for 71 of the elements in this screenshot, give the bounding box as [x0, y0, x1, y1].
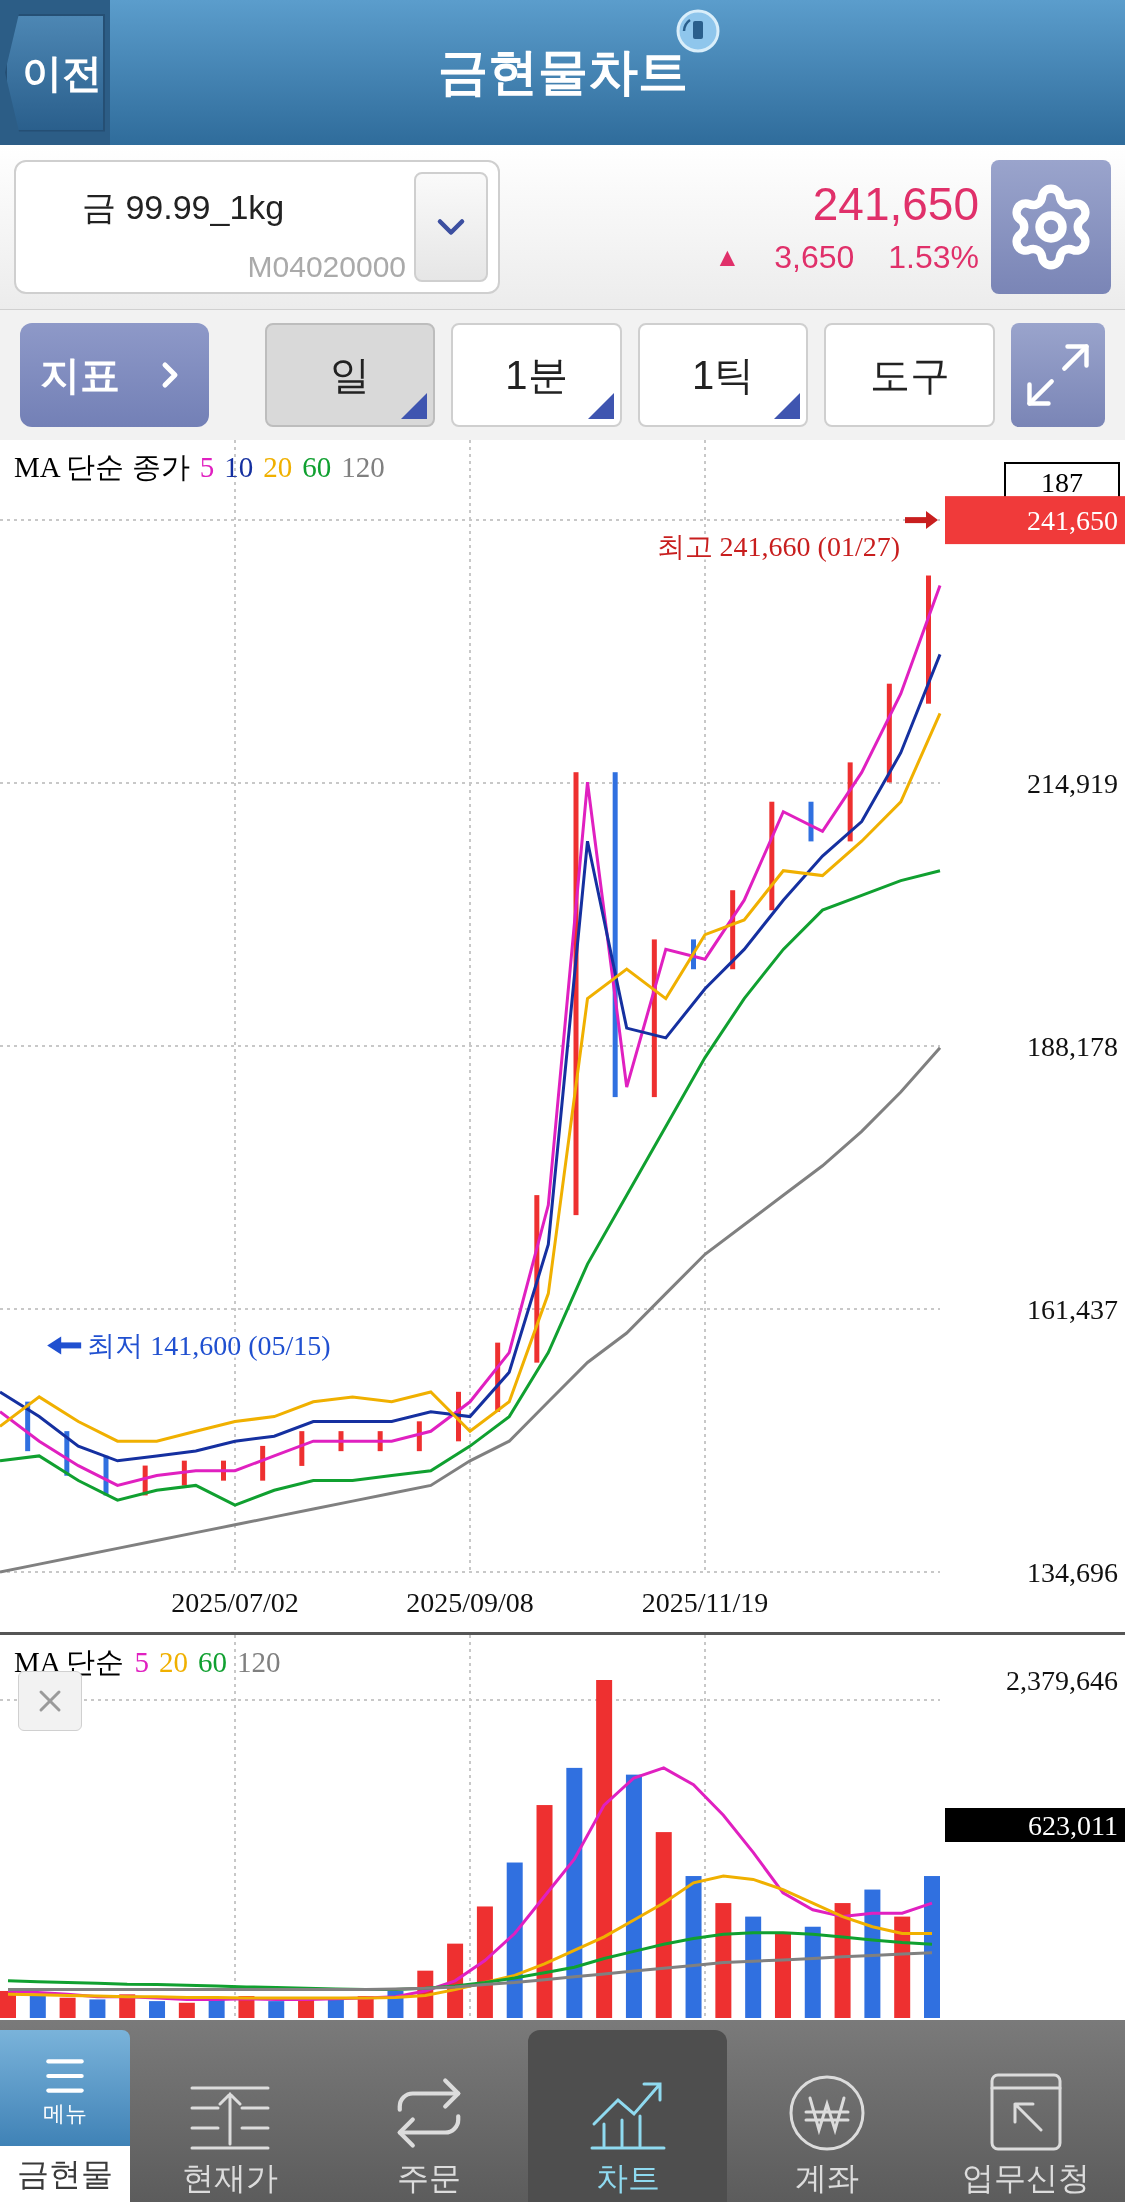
menu-button[interactable]: 메뉴: [0, 2030, 130, 2146]
legend-period: 5: [134, 1645, 149, 1680]
indicator-button[interactable]: 지표: [20, 323, 210, 427]
settings-button[interactable]: [991, 160, 1111, 294]
candle: [221, 1460, 226, 1481]
price-change: 3,650: [774, 241, 855, 273]
nav-tab[interactable]: 차트: [528, 2030, 727, 2202]
volume-bar: [29, 1994, 46, 2018]
current-volume-tag: 623,011: [945, 1808, 1125, 1842]
volume-bar: [59, 1997, 76, 2018]
candle: [103, 1455, 109, 1496]
candle: [808, 801, 814, 842]
candle: [25, 1401, 31, 1452]
change-percent: 1.53%: [888, 241, 979, 273]
candle: [299, 1431, 305, 1466]
candle: [416, 1421, 422, 1452]
instrument-code: M04020000: [247, 252, 406, 282]
legend-period: 20: [263, 450, 293, 485]
nav-tab[interactable]: 계좌: [727, 2030, 926, 2202]
instrument-selector[interactable]: 금 99.99_1kg M04020000: [14, 160, 500, 294]
volume-bar: [89, 1999, 106, 2018]
candle: [495, 1342, 501, 1412]
candle: [181, 1460, 187, 1486]
legend-period: 120: [236, 1645, 281, 1680]
legend-period: 20: [158, 1645, 188, 1680]
axis-tick-label: 134,696: [1027, 1557, 1118, 1588]
legend-period: 60: [197, 1645, 227, 1680]
candle: [260, 1445, 266, 1481]
page-title: 금현물차트: [437, 44, 688, 100]
volume-bar: [119, 1994, 136, 2018]
candle: [377, 1431, 383, 1452]
nav-tab[interactable]: 주문: [329, 2030, 528, 2202]
up-triangle-icon: ▲: [714, 244, 741, 270]
nav-tab[interactable]: 업무신청: [926, 2030, 1125, 2202]
current-price-tag: 241,650: [945, 496, 1125, 545]
legend-period: 5: [199, 450, 215, 485]
axis-tick-label: 2025/11/19: [641, 1587, 769, 1618]
max-volume-label: 2,379,646: [1006, 1665, 1118, 1696]
current-price: 241,650: [812, 181, 979, 227]
candle: [142, 1465, 148, 1496]
won-circle-icon: [787, 2074, 866, 2152]
legend-period: 120: [341, 450, 385, 485]
period-tab[interactable]: 1틱: [637, 323, 809, 427]
candle: [64, 1431, 70, 1476]
legend-period: 60: [302, 450, 332, 485]
axis-tick-label: 2025/09/08: [406, 1587, 534, 1618]
period-tab[interactable]: 1분: [451, 323, 622, 427]
volume-bar: [178, 2002, 195, 2018]
axis-tick-label: 214,919: [1027, 768, 1118, 799]
axis-tick-label: 188,178: [1027, 1031, 1118, 1062]
high-price-label: 최고 241,660 (01/27): [656, 531, 900, 563]
expand-button[interactable]: [1010, 323, 1105, 427]
instrument-name: 금 99.99_1kg: [82, 187, 286, 228]
nav-tab[interactable]: 금현물: [0, 2146, 130, 2202]
candle: [691, 939, 696, 970]
period-tab[interactable]: 일: [264, 323, 436, 427]
legend-period: 10: [224, 450, 254, 485]
left-arrow-icon: [47, 1336, 82, 1355]
back-button[interactable]: 이전: [5, 13, 105, 132]
candle: [338, 1431, 344, 1452]
right-arrow-icon: [905, 511, 938, 530]
legend-title: MA 단순 종가: [14, 450, 190, 485]
axis-tick-label: 161,437: [1027, 1294, 1118, 1325]
volume-bar: [268, 2001, 285, 2018]
nav-tab[interactable]: 현재가: [130, 2030, 329, 2202]
candle: [456, 1391, 461, 1442]
axis-tick-label: 2025/07/02: [171, 1587, 299, 1618]
period-tab[interactable]: 도구: [824, 323, 995, 427]
arrow-box-icon: [988, 2072, 1063, 2152]
volume-bar: [149, 2001, 166, 2018]
low-price-label: 최저 141,600 (05/15): [87, 1330, 331, 1362]
